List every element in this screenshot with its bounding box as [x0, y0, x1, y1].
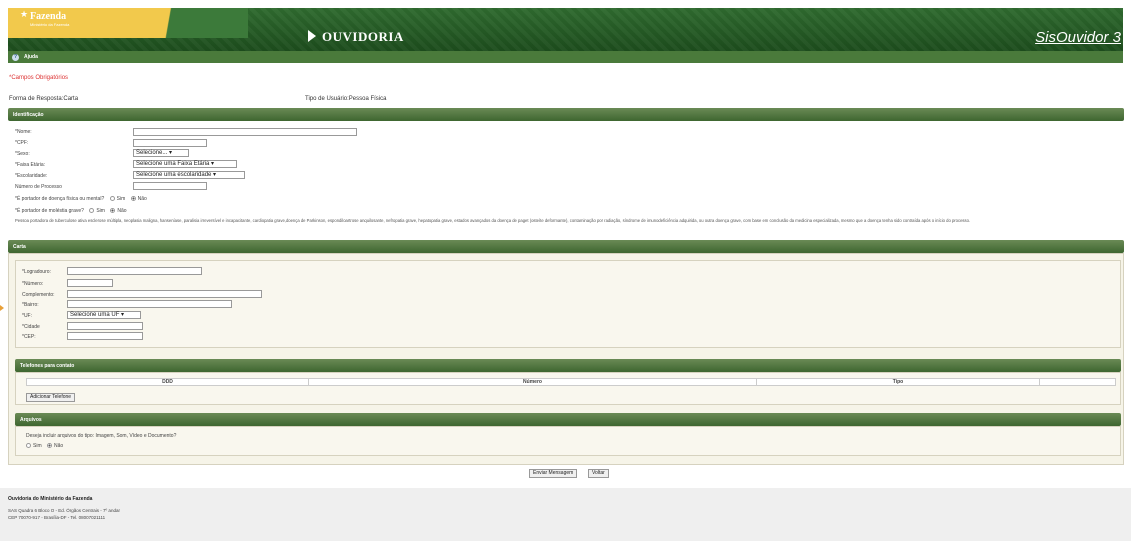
molestia-nao-radio[interactable] [110, 208, 116, 213]
uf-label: *UF: [22, 313, 32, 319]
column-header: Número [308, 378, 757, 386]
help-icon[interactable]: ? [12, 53, 19, 61]
cidade-label: *Cidade [22, 324, 40, 330]
arquivos-options: Sim Não [22, 443, 63, 449]
complemento-input[interactable] [67, 290, 262, 298]
star-icon: ★ [20, 9, 29, 19]
molestia-sim-radio[interactable] [89, 208, 95, 213]
arquivos-header: Arquivos [15, 413, 1121, 426]
send-message-button[interactable]: Enviar Mensagem [529, 469, 578, 478]
molestia-row: *É portador de moléstia grave? Sim Não [15, 208, 127, 214]
identificacao-header: Identificação [8, 108, 1124, 121]
doenca-nao-radio[interactable] [130, 196, 136, 201]
column-header [1039, 378, 1116, 386]
uf-select[interactable]: Selecione uma UF ▾ [67, 311, 141, 319]
telefones-header: Telefones para contato [15, 359, 1121, 372]
bairro-input[interactable] [67, 300, 232, 308]
doenca-row: *É portador de doença física ou mental? … [15, 196, 147, 202]
escolaridade-label: *Escolaridade: [15, 173, 48, 179]
page-title: OUVIDORIA [308, 29, 404, 45]
faixa-select[interactable]: Selecione uma Faixa Etária ▾ [133, 160, 237, 168]
telefones-table: DDD Número Tipo [26, 378, 1116, 386]
processo-label: Número de Processo [15, 184, 62, 190]
cep-input[interactable] [67, 332, 143, 340]
nome-label: *Nome: [15, 129, 32, 135]
cidade-input[interactable] [67, 322, 143, 330]
back-button[interactable]: Voltar [588, 469, 609, 478]
processo-input[interactable] [133, 182, 207, 190]
nome-input[interactable] [133, 128, 357, 136]
tipo-usuario: Tipo de Usuário:Pessoa Física [305, 96, 387, 102]
doenca-grave-note: Pessoa portadora de tuberculose ativa es… [15, 218, 971, 223]
logradouro-input[interactable] [67, 267, 202, 275]
carta-header: Carta [8, 240, 1124, 253]
arquivos-nao-radio[interactable] [47, 443, 53, 448]
org-subtitle: Ministério da Fazenda [30, 22, 70, 27]
header-banner: ★ Fazenda Ministério da Fazenda OUVIDORI… [8, 8, 1123, 51]
arquivos-sim-radio[interactable] [26, 443, 31, 448]
cep-label: *CEP: [22, 334, 36, 340]
arquivos-box [15, 426, 1121, 456]
org-name: Fazenda [30, 11, 67, 22]
cpf-label: *CPF: [15, 140, 29, 146]
column-header: Tipo [756, 378, 1040, 386]
numero-input[interactable] [67, 279, 113, 287]
arquivos-question: Deseja incluir arquivos do tipo: Imagem,… [26, 433, 177, 439]
bairro-label: *Bairro: [22, 302, 39, 308]
complemento-label: Complemento: [22, 292, 55, 298]
sexo-select[interactable]: Selecione... ▾ [133, 149, 189, 157]
required-note: *Campos Obrigatórios [9, 75, 69, 81]
side-arrow-icon [0, 305, 4, 311]
footer-address-line1: SAS Quadra 6 Bloco O - Ed. Órgãos Centra… [8, 508, 120, 513]
sexo-label: *Sexo: [15, 151, 30, 157]
column-header: DDD [26, 378, 309, 386]
cpf-input[interactable] [133, 139, 207, 147]
help-bar: ? Ajuda [8, 51, 1123, 63]
escolaridade-select[interactable]: Selecione uma escolaridade ▾ [133, 171, 245, 179]
footer: Ouvidoria do Ministério da Fazenda SAS Q… [0, 488, 1131, 541]
faixa-label: *Faixa Etária: [15, 162, 46, 168]
numero-label: *Número: [22, 281, 44, 287]
doenca-sim-radio[interactable] [109, 196, 115, 201]
forma-resposta: Forma de Resposta:Carta [9, 96, 79, 102]
logradouro-label: *Logradouro: [22, 269, 51, 275]
add-telefone-button[interactable]: Adicionar Telefone [26, 393, 76, 402]
footer-title: Ouvidoria do Ministério da Fazenda [8, 496, 93, 502]
arrow-icon [308, 30, 316, 42]
telefones-box [15, 372, 1121, 405]
help-link[interactable]: Ajuda [24, 54, 38, 60]
footer-address-line2: CEP 70070-917 - Brasília-DF - Tel. 08007… [8, 515, 106, 520]
app-name-link[interactable]: SisOuvidor 3 [1035, 29, 1121, 46]
